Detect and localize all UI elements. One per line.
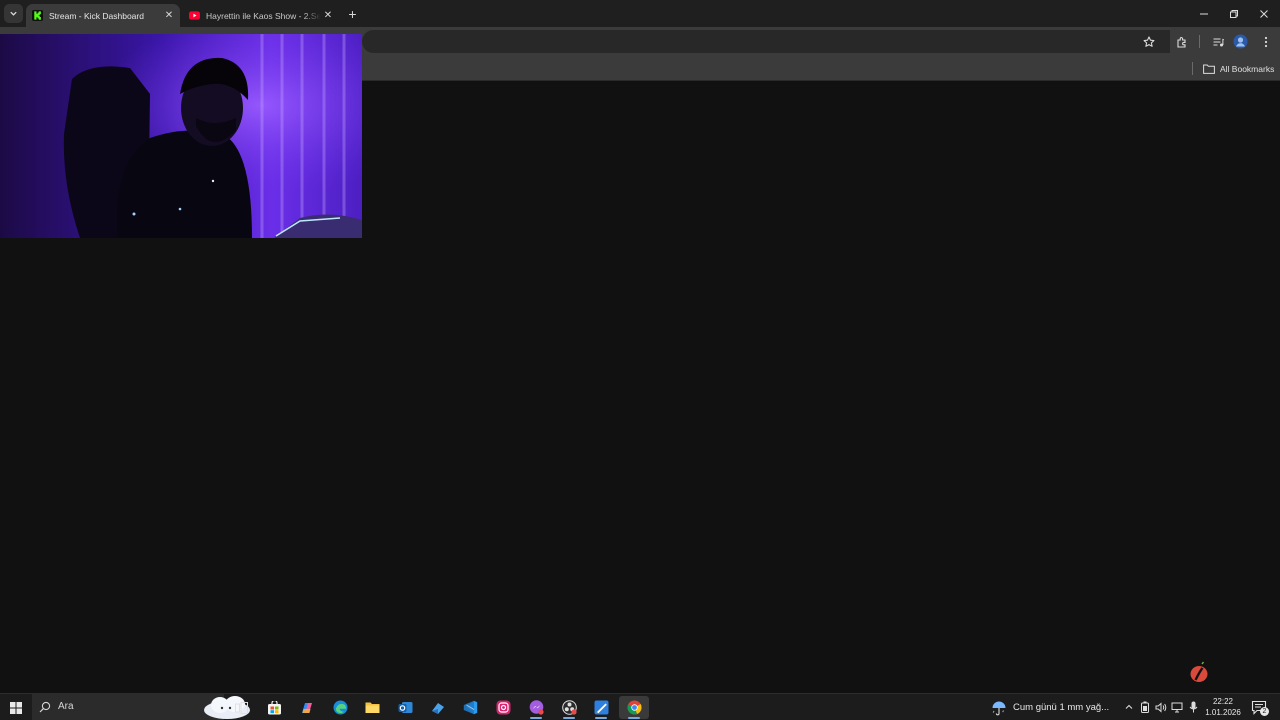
search-icon: [39, 701, 51, 713]
vscode-icon[interactable]: [455, 696, 485, 719]
speaker-icon[interactable]: [1154, 700, 1168, 714]
new-tab-icon[interactable]: +: [344, 5, 361, 22]
clock-date: 1.01.2026: [1205, 708, 1241, 717]
tab-title: Hayrettin ile Kaos Show - 2.Sezon: [206, 10, 321, 21]
tab-close-icon[interactable]: ✕: [321, 9, 335, 23]
umbrella-rain-icon: [992, 701, 1006, 715]
browser-tab-strip: Stream - Kick Dashboard ✕ Hayrettin ile …: [0, 0, 1280, 27]
bookmark-star-icon[interactable]: [1140, 33, 1157, 50]
all-bookmarks-label: All Bookmarks: [1220, 63, 1275, 74]
edge-icon[interactable]: [325, 696, 355, 719]
chevron-down-icon: [10, 11, 17, 16]
tab-youtube-video[interactable]: Hayrettin ile Kaos Show - 2.Sezon ✕: [183, 4, 339, 27]
tab-close-icon[interactable]: ✕: [162, 9, 176, 23]
windows-start-icon[interactable]: [4, 696, 28, 719]
media-control-icon[interactable]: [1209, 33, 1226, 50]
weather-text: Cum günü 1 mm yağ...: [1013, 702, 1110, 713]
windows-taskbar: Ara Cum günü 1 mm yağ... 22:22 1.01.2026…: [0, 693, 1280, 720]
obs-icon[interactable]: [554, 696, 584, 719]
network-icon[interactable]: [1170, 700, 1184, 714]
system-clock[interactable]: 22:22 1.01.2026: [1200, 696, 1246, 718]
battery-icon[interactable]: [1138, 700, 1152, 714]
pomodoro-tomato-icon[interactable]: [1189, 661, 1209, 683]
clock-time: 22:22: [1212, 697, 1234, 706]
tab-kick-dashboard[interactable]: Stream - Kick Dashboard ✕: [26, 4, 180, 27]
kick-icon: [32, 10, 43, 21]
notification-count-badge: 2: [1260, 707, 1269, 716]
webcam-video-frame: [0, 34, 362, 238]
file-explorer-icon[interactable]: [357, 696, 387, 719]
extensions-icon[interactable]: [1173, 33, 1190, 50]
all-bookmarks-button[interactable]: All Bookmarks: [1203, 61, 1274, 76]
menu-kebab-icon[interactable]: [1257, 33, 1274, 50]
messenger-icon[interactable]: [521, 696, 551, 719]
address-bar[interactable]: [362, 30, 1170, 53]
chrome-icon[interactable]: [619, 696, 649, 719]
toolbar-divider: [1199, 35, 1200, 48]
app-icon[interactable]: [423, 696, 453, 719]
copilot-icon[interactable]: [292, 696, 322, 719]
tab-search-button[interactable]: [4, 4, 23, 23]
bookmarks-divider: [1192, 62, 1193, 75]
search-placeholder: Ara: [58, 701, 74, 712]
microsoft-store-icon[interactable]: [259, 696, 289, 719]
chevron-up-icon[interactable]: [1122, 700, 1136, 714]
taskbar-search[interactable]: Ara: [32, 694, 250, 720]
tab-title: Stream - Kick Dashboard: [49, 10, 144, 21]
task-view-icon[interactable]: [226, 696, 256, 719]
youtube-icon: [189, 10, 200, 21]
outlook-icon[interactable]: [390, 696, 420, 719]
webcam-overlay: [0, 34, 362, 238]
instagram-icon[interactable]: [488, 696, 518, 719]
paint-icon[interactable]: [586, 696, 616, 719]
minimize-icon[interactable]: [1188, 0, 1220, 27]
folder-icon: [1203, 64, 1215, 74]
microphone-icon[interactable]: [1186, 700, 1200, 714]
close-window-icon[interactable]: [1248, 0, 1280, 27]
profile-avatar[interactable]: [1232, 33, 1249, 50]
weather-widget[interactable]: Cum günü 1 mm yağ...: [991, 698, 1109, 717]
restore-icon[interactable]: [1218, 0, 1250, 27]
screen: Stream - Kick Dashboard ✕ Hayrettin ile …: [0, 0, 1280, 720]
